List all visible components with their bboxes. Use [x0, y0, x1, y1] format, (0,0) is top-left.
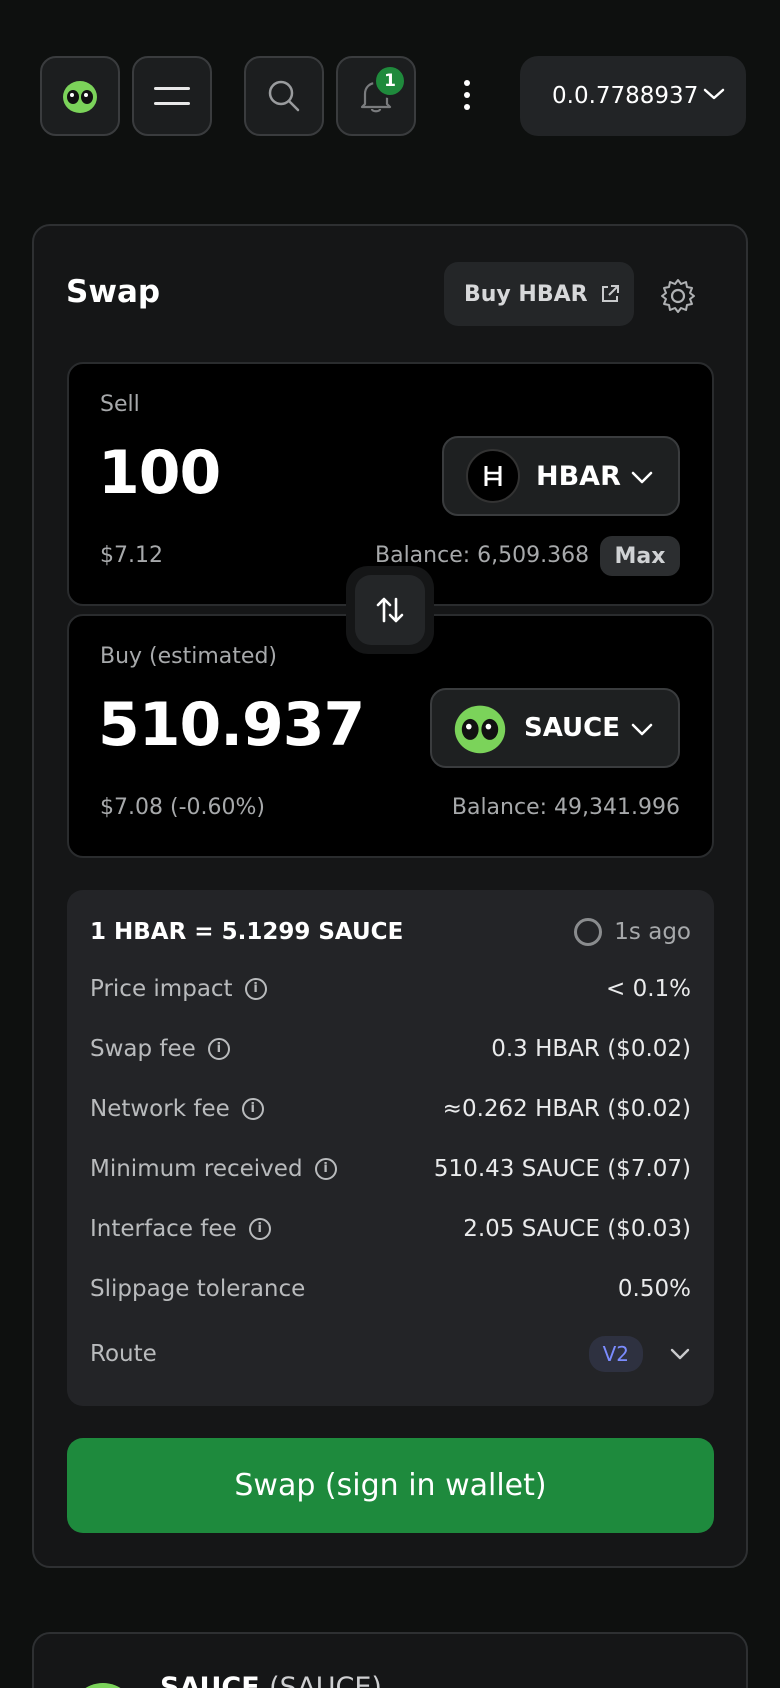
- route-row[interactable]: Route V2: [90, 1336, 691, 1372]
- buy-usd-value: $7.08 (-0.60%): [100, 795, 265, 820]
- notifications-button[interactable]: [336, 56, 416, 136]
- token-info-title: SAUCE: [160, 1672, 260, 1688]
- token-info-card: SAUCE (SAUCE): [32, 1632, 748, 1688]
- external-link-icon: [601, 285, 619, 302]
- menu-button[interactable]: [132, 56, 212, 136]
- detail-label: Network fee: [90, 1096, 230, 1122]
- buy-hbar-button[interactable]: Buy HBAR: [444, 262, 634, 326]
- buy-amount: 510.937: [98, 690, 365, 760]
- detail-value: 2.05 SAUCE ($0.03): [463, 1216, 691, 1242]
- info-icon[interactable]: i: [248, 1218, 271, 1240]
- chevron-down-icon[interactable]: [669, 1347, 691, 1361]
- route-label: Route: [90, 1341, 157, 1367]
- alien-icon: [63, 81, 97, 113]
- buy-token-selector[interactable]: SAUCE: [430, 688, 680, 768]
- route-version-badge: V2: [588, 1336, 643, 1372]
- info-icon[interactable]: i: [244, 978, 267, 1000]
- detail-label: Minimum received: [90, 1156, 303, 1182]
- detail-value: 0.50%: [617, 1276, 691, 1302]
- sell-balance: Balance: 6,509.368: [375, 543, 590, 568]
- chevron-down-icon: [631, 723, 653, 736]
- hbar-token-icon: [466, 449, 520, 503]
- info-icon[interactable]: i: [241, 1098, 264, 1120]
- refresh-spinner-icon[interactable]: [574, 918, 603, 946]
- chevron-down-icon: [631, 471, 653, 484]
- app-logo-button[interactable]: [40, 56, 120, 136]
- rate-row: 1 HBAR = 5.1299 SAUCE 1s ago: [90, 918, 691, 946]
- detail-label: Price impact: [90, 976, 233, 1002]
- detail-row: Network fee i ≈0.262 HBAR ($0.02): [90, 1096, 691, 1122]
- swap-submit-button[interactable]: Swap (sign in wallet): [67, 1438, 714, 1533]
- sell-usd-value: $7.12: [100, 543, 163, 568]
- more-vertical-icon: [464, 80, 470, 110]
- detail-row: Slippage tolerance 0.50%: [90, 1276, 691, 1302]
- search-button[interactable]: [244, 56, 324, 136]
- notification-count-badge: 1: [373, 64, 407, 98]
- sell-token-selector[interactable]: HBAR: [442, 436, 680, 516]
- settings-button[interactable]: [658, 276, 698, 316]
- buy-usd: $7.08: [100, 795, 163, 820]
- swap-details: 1 HBAR = 5.1299 SAUCE 1s ago Price impac…: [67, 890, 714, 1406]
- detail-label: Slippage tolerance: [90, 1276, 306, 1302]
- detail-value: < 0.1%: [605, 976, 691, 1002]
- account-id: 0.0.7788937: [552, 83, 699, 109]
- info-icon[interactable]: i: [314, 1158, 337, 1180]
- buy-usd-change: (-0.60%): [169, 795, 265, 820]
- sell-label: Sell: [100, 392, 140, 417]
- flip-direction-button[interactable]: [346, 566, 434, 654]
- max-button[interactable]: Max: [600, 536, 680, 576]
- detail-row: Price impact i < 0.1%: [90, 976, 691, 1002]
- sell-amount-input[interactable]: 100: [98, 438, 221, 508]
- last-updated: 1s ago: [614, 919, 691, 945]
- alien-token-icon: [85, 1683, 121, 1688]
- token-info-subtitle: (SAUCE): [269, 1672, 382, 1688]
- chevron-down-icon: [703, 88, 725, 100]
- search-icon: [268, 80, 300, 112]
- buy-label: Buy (estimated): [100, 644, 277, 669]
- alien-token-icon: [454, 705, 506, 754]
- detail-row: Swap fee i 0.3 HBAR ($0.02): [90, 1036, 691, 1062]
- detail-label: Interface fee: [90, 1216, 237, 1242]
- swap-arrows-icon: [376, 597, 404, 623]
- buy-token-symbol: SAUCE: [524, 713, 621, 743]
- detail-value: 0.3 HBAR ($0.02): [491, 1036, 691, 1062]
- detail-row: Minimum received i 510.43 SAUCE ($7.07): [90, 1156, 691, 1182]
- gear-icon: [661, 279, 695, 313]
- account-selector[interactable]: 0.0.7788937: [520, 56, 746, 136]
- detail-row: Interface fee i 2.05 SAUCE ($0.03): [90, 1216, 691, 1242]
- info-icon[interactable]: i: [207, 1038, 230, 1060]
- swap-title: Swap: [66, 274, 161, 310]
- more-options-button[interactable]: [452, 74, 482, 118]
- buy-balance: Balance: 49,341.996: [451, 795, 680, 820]
- sell-token-symbol: HBAR: [536, 460, 621, 492]
- exchange-rate: 1 HBAR = 5.1299 SAUCE: [90, 919, 404, 945]
- detail-value: 510.43 SAUCE ($7.07): [433, 1156, 691, 1182]
- buy-hbar-label: Buy HBAR: [464, 281, 588, 307]
- hamburger-icon: [154, 87, 190, 105]
- detail-value: ≈0.262 HBAR ($0.02): [442, 1096, 691, 1122]
- detail-label: Swap fee: [90, 1036, 196, 1062]
